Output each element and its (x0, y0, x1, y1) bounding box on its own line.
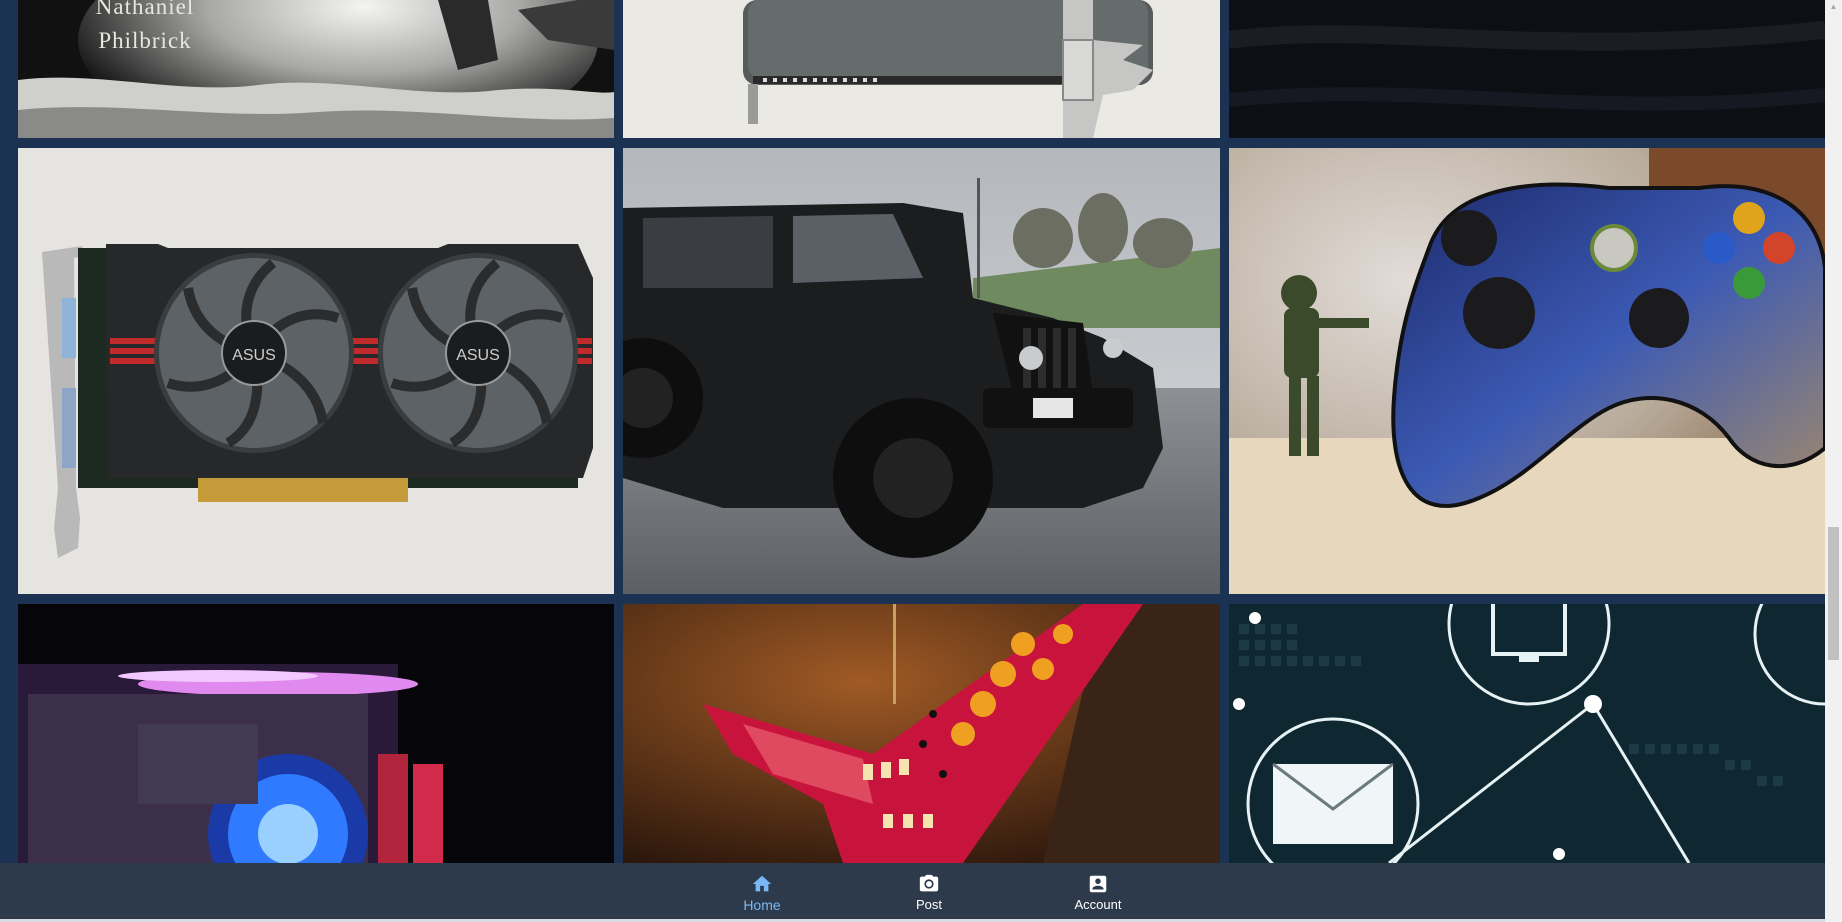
network-graphic-image (1229, 604, 1825, 863)
svg-text:ASUS: ASUS (232, 347, 276, 364)
bottom-navigation: Home Post Account (0, 863, 1825, 922)
gallery-tile-graphics-card[interactable]: ASUS ASUS (18, 148, 614, 594)
gallery-tile-halo-controller[interactable] (1229, 148, 1825, 594)
gallery-tile-black-jeep[interactable] (623, 148, 1220, 594)
book-author-line1: Nathaniel (95, 0, 195, 19)
image-grid: Nathaniel Philbrick ASUS ASUS (0, 0, 1825, 863)
gallery-tile-router-hardware[interactable] (623, 0, 1220, 138)
gallery-tile-network-graphic[interactable] (1229, 604, 1825, 863)
rgb-pc-internals-image (18, 604, 614, 863)
book-author-line2: Philbrick (98, 28, 192, 53)
black-jeep-image (623, 148, 1220, 594)
router-hardware-image (623, 0, 1220, 138)
nav-post-label: Post (915, 897, 942, 912)
dark-fabric-image (1229, 0, 1825, 138)
nav-home[interactable]: Home (707, 873, 817, 913)
halo-controller-image (1229, 148, 1825, 594)
star-lantern-image (623, 604, 1220, 863)
home-icon (752, 875, 772, 892)
book-author-text: Nathaniel Philbrick (90, 0, 200, 58)
scroll-thumb[interactable] (1828, 527, 1839, 660)
vertical-scrollbar[interactable]: ▲ (1825, 0, 1842, 922)
gallery-tile-rgb-pc-internals[interactable] (18, 604, 614, 863)
camera-icon (919, 874, 939, 892)
gallery-tile-dark-fabric[interactable] (1229, 0, 1825, 138)
nav-account[interactable]: Account (1043, 873, 1153, 912)
graphics-card-image: ASUS ASUS (18, 148, 614, 594)
account-box-icon (1089, 875, 1107, 893)
app-viewport: Nathaniel Philbrick ASUS ASUS ▲ Home Pos… (0, 0, 1842, 922)
nav-account-label: Account (1074, 897, 1122, 912)
svg-text:ASUS: ASUS (456, 347, 500, 364)
nav-home-label: Home (743, 897, 781, 913)
gallery-tile-book-cover[interactable]: Nathaniel Philbrick (18, 0, 614, 138)
nav-post[interactable]: Post (874, 873, 984, 912)
gallery-tile-star-lantern[interactable] (623, 604, 1220, 863)
scroll-up-arrow[interactable]: ▲ (1825, 0, 1842, 14)
